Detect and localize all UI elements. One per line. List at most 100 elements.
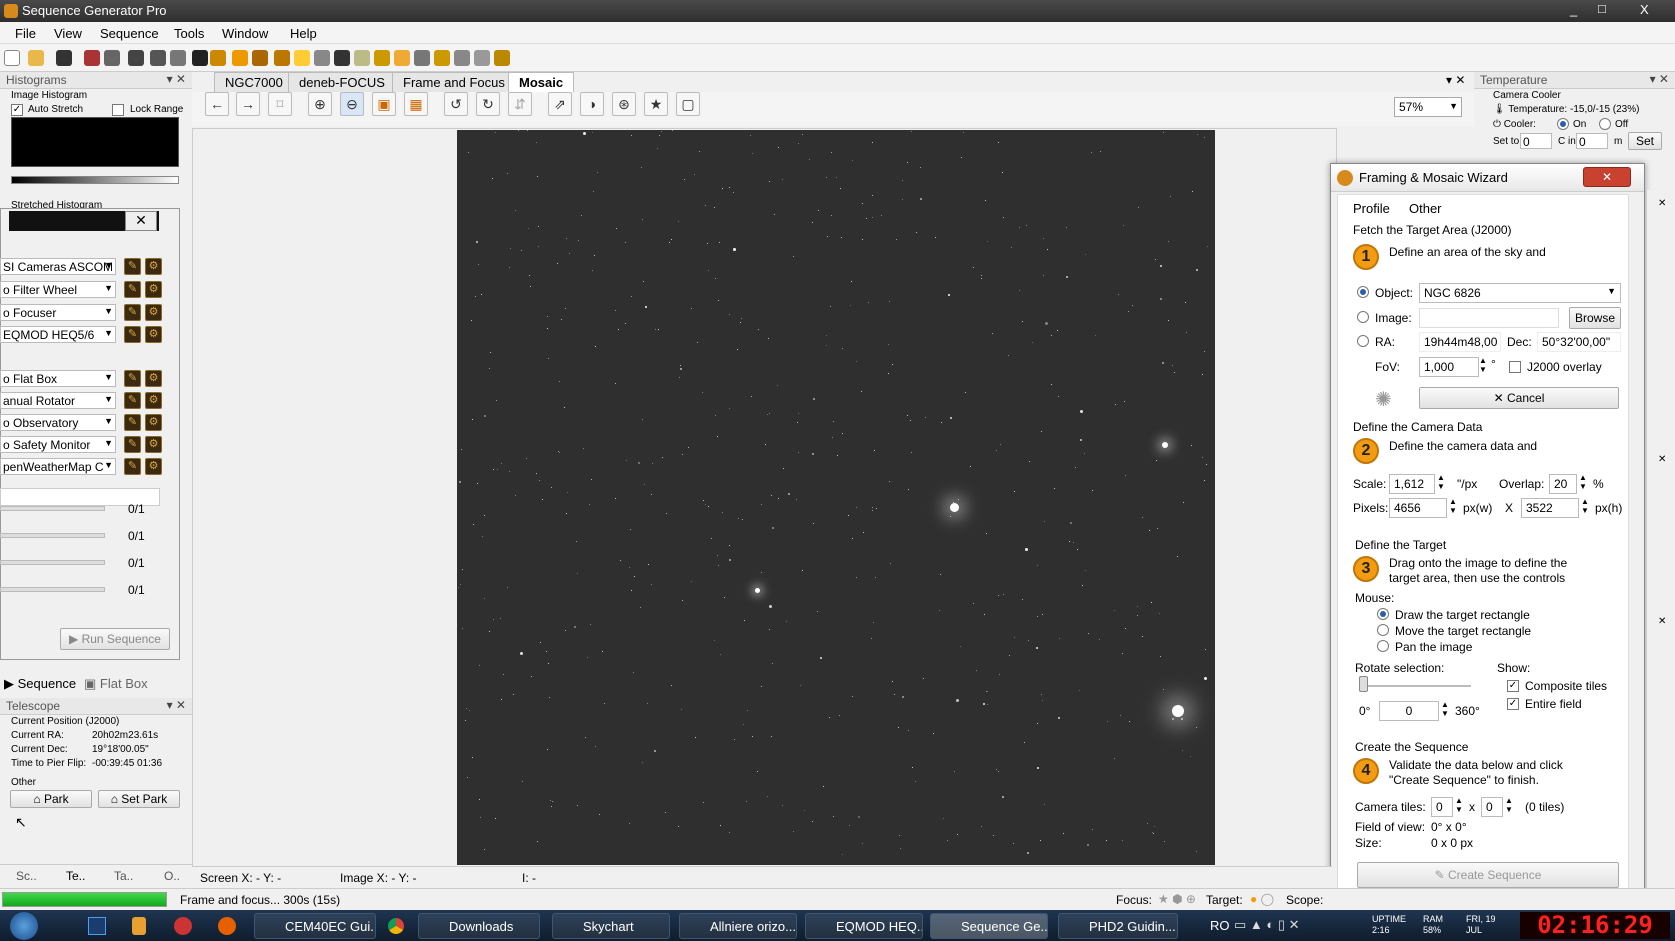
back-icon[interactable]: ← [205, 92, 229, 116]
device-settings-icon[interactable]: ⚙ [145, 414, 162, 431]
temperature-close-icon[interactable]: ▾ ✕ [1650, 72, 1669, 86]
home-icon[interactable] [474, 50, 490, 66]
chrome-icon[interactable] [388, 918, 404, 934]
sun-icon[interactable] [232, 50, 248, 66]
check-icon[interactable] [434, 50, 450, 66]
device-select[interactable]: o Observatory ▼ [0, 414, 116, 431]
zoom-select[interactable]: 57% ▼ [1394, 97, 1462, 117]
contrast-icon[interactable]: ◑ [580, 92, 604, 116]
device-settings-icon[interactable]: ⚙ [145, 326, 162, 343]
dome-icon[interactable] [334, 50, 350, 66]
bottom-tab-ta[interactable]: Ta.. [114, 869, 133, 883]
crop-icon[interactable]: ⌑ [268, 92, 292, 116]
rotate-slider-track[interactable] [1361, 685, 1471, 687]
image-path-input[interactable] [1419, 308, 1559, 328]
telescope-close-icon[interactable]: ▾ ✕ [167, 698, 186, 712]
page-icon[interactable]: ▢ [676, 92, 700, 116]
image-radio[interactable] [1357, 311, 1369, 323]
object-radio[interactable] [1357, 286, 1369, 298]
tab-frame-and-focus[interactable]: Frame and Focus [392, 72, 516, 92]
menu-view[interactable]: View [54, 26, 82, 41]
run-sequence-button[interactable]: ▶ Run Sequence [60, 628, 170, 650]
tiles-x-input[interactable]: 0 [1431, 797, 1453, 817]
rotate-spinner-icon[interactable]: ▲ ▼ [1441, 700, 1449, 718]
overlap-spinner-icon[interactable]: ▲ ▼ [1579, 473, 1587, 491]
draw-rectangle-radio[interactable] [1377, 608, 1389, 620]
device-settings-icon[interactable]: ⚙ [145, 304, 162, 321]
pixels-height-spinner-icon[interactable]: ▲ ▼ [1581, 497, 1589, 515]
left-tab-flat-box[interactable]: ▣ Flat Box [84, 676, 148, 692]
tiles-y-input[interactable]: 0 [1481, 797, 1503, 817]
menu-window[interactable]: Window [222, 26, 268, 41]
star-field-image[interactable] [457, 130, 1215, 865]
target-icon[interactable] [210, 50, 226, 66]
scale-spinner-icon[interactable]: ▲ ▼ [1437, 473, 1445, 491]
tabs-close-icon[interactable]: ▾ ✕ [1446, 73, 1465, 87]
taskbar-item[interactable]: EQMOD HEQ... [805, 913, 923, 939]
device-settings-icon[interactable]: ⚙ [145, 392, 162, 409]
device-select[interactable]: o Flat Box ▼ [0, 370, 116, 387]
wizard-tab-profile[interactable]: Profile [1353, 201, 1390, 216]
new-icon[interactable] [4, 50, 20, 66]
taskbar-item[interactable]: CEM40EC Gui... [254, 913, 376, 939]
fov-spinner-icon[interactable]: ▲ ▼ [1479, 356, 1487, 374]
search-icon[interactable] [170, 50, 186, 66]
device-select[interactable]: SI Cameras ASCOM ▼ [0, 258, 116, 275]
menu-file[interactable]: File [15, 26, 36, 41]
flat-icon[interactable] [294, 50, 310, 66]
pan-image-radio[interactable] [1377, 640, 1389, 652]
device-select[interactable]: penWeatherMap C ▼ [0, 458, 116, 475]
right-panel-close-icon[interactable]: ✕ [1658, 198, 1666, 209]
lock-range-checkbox[interactable] [112, 104, 124, 116]
wizard-tab-other[interactable]: Other [1409, 201, 1442, 216]
fit-icon[interactable]: ▣ [372, 92, 396, 116]
taskbar-item[interactable]: Sequence Ge... [930, 913, 1048, 939]
pin-app-icon[interactable] [132, 917, 146, 935]
cooler-off-radio[interactable] [1599, 118, 1611, 130]
plugin-icon[interactable] [494, 50, 510, 66]
auto-stretch-checkbox[interactable]: ✓ [11, 104, 23, 116]
grid-icon[interactable] [104, 50, 120, 66]
open-icon[interactable] [28, 50, 44, 66]
rotator-icon[interactable] [394, 50, 410, 66]
menu-sequence[interactable]: Sequence [100, 26, 159, 41]
firefox-icon[interactable] [218, 917, 236, 935]
device-connect-icon[interactable]: ✎ [124, 392, 141, 409]
close-window-button[interactable]: X [1640, 2, 1649, 17]
pixels-width-spinner-icon[interactable]: ▲ ▼ [1449, 497, 1457, 515]
pixels-width-input[interactable]: 4656 [1389, 498, 1447, 518]
composite-tiles-checkbox[interactable]: ✓ [1507, 680, 1519, 692]
wizard-close-button[interactable]: ✕ [1583, 167, 1631, 187]
save-icon[interactable] [56, 50, 72, 66]
histogram-slider[interactable] [11, 176, 179, 184]
tab-deneb-focus[interactable]: deneb-FOCUS [288, 72, 396, 92]
create-sequence-button[interactable]: ✎ Create Sequence [1357, 862, 1619, 888]
sum-icon[interactable] [150, 50, 166, 66]
tiles-x-spinner-icon[interactable]: ▲ ▼ [1455, 796, 1463, 814]
tab-ngc7000[interactable]: NGC7000 [214, 72, 294, 92]
ra-radio[interactable] [1357, 335, 1369, 347]
photoshop-icon[interactable] [88, 917, 106, 935]
device-settings-icon[interactable]: ⚙ [145, 258, 162, 275]
tab-mosaic[interactable]: Mosaic [508, 72, 575, 92]
device-select[interactable]: o Focuser ▼ [0, 304, 116, 321]
pixels-height-input[interactable]: 3522 [1521, 498, 1579, 518]
menu-tools[interactable]: Tools [174, 26, 204, 41]
actual-size-icon[interactable]: ▦ [404, 92, 428, 116]
overlap-input[interactable]: 20 [1549, 474, 1577, 494]
minimize-button[interactable]: _ [1570, 2, 1577, 17]
cooler-on-radio[interactable] [1557, 118, 1569, 130]
device-connect-icon[interactable]: ✎ [124, 414, 141, 431]
taskbar-item[interactable]: Downloads [418, 913, 540, 939]
device-settings-icon[interactable]: ⚙ [145, 370, 162, 387]
taskbar-item[interactable]: PHD2 Guidin... [1058, 913, 1178, 939]
start-button-icon[interactable] [10, 912, 38, 940]
ra-input[interactable]: 19h44m48,00 [1419, 332, 1501, 352]
rotate-left-icon[interactable]: ↺ [444, 92, 468, 116]
crosshair-icon[interactable]: ⊛ [612, 92, 636, 116]
device-connect-icon[interactable]: ✎ [124, 370, 141, 387]
entire-field-checkbox[interactable]: ✓ [1507, 698, 1519, 710]
gear-icon[interactable] [252, 50, 268, 66]
right-panel-close-icon-2[interactable]: ✕ [1658, 454, 1666, 465]
taskbar-item[interactable]: Allniere orizo... [679, 913, 797, 939]
